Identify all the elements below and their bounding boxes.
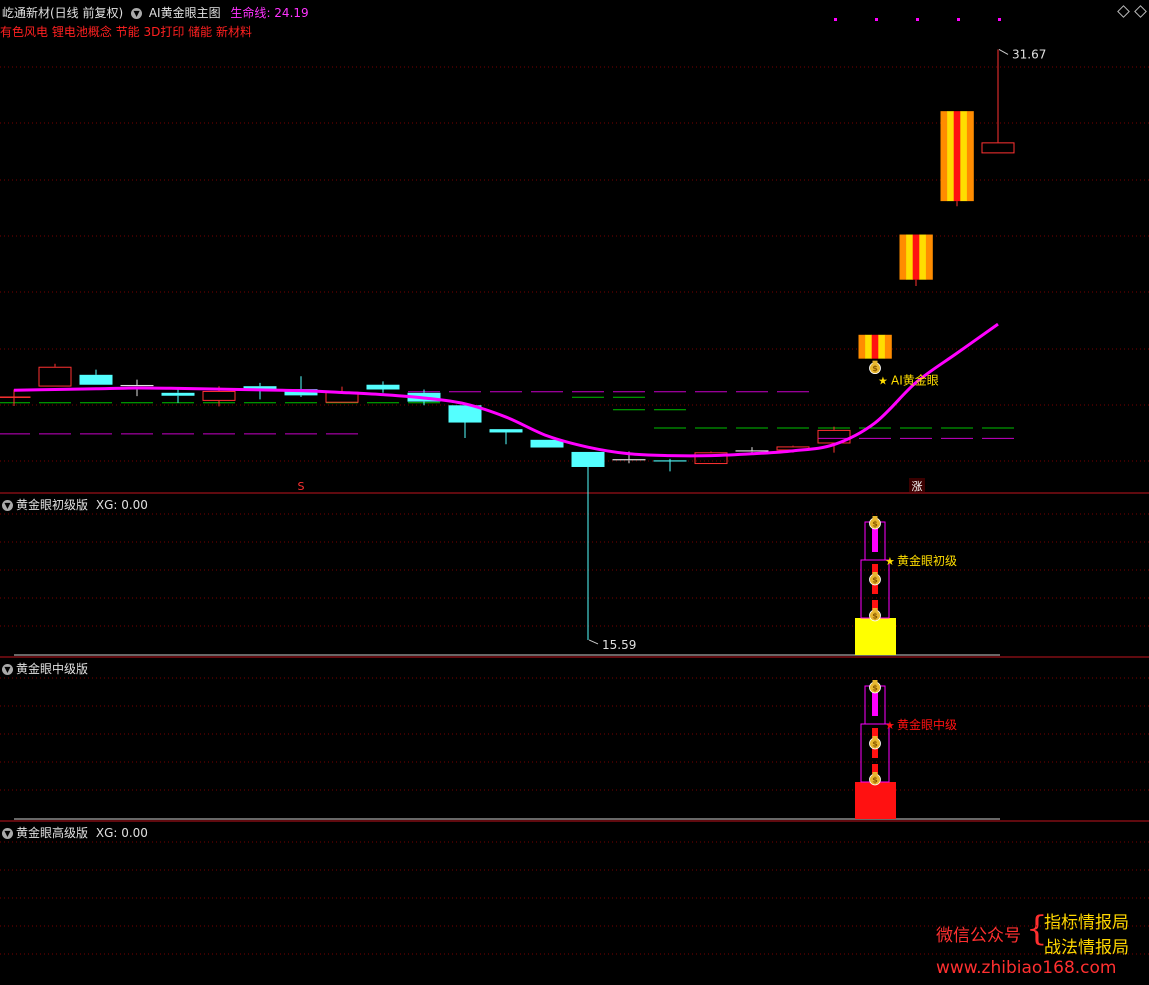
candle[interactable] bbox=[284, 376, 318, 397]
candle[interactable] bbox=[38, 363, 72, 387]
star-icon: ★ bbox=[885, 719, 895, 732]
candle-body bbox=[735, 450, 769, 452]
signal-dot bbox=[916, 18, 919, 21]
money-bag-symbol: $ bbox=[872, 520, 878, 529]
star-icon: ★ bbox=[885, 555, 895, 568]
signal-dot bbox=[957, 18, 960, 21]
candle[interactable] bbox=[448, 405, 482, 438]
signal-label: 黄金眼初级 bbox=[897, 553, 957, 568]
candle[interactable] bbox=[489, 429, 523, 445]
candle-body bbox=[612, 459, 646, 461]
s-marker: S bbox=[298, 480, 305, 493]
money-bag-icon: $ bbox=[869, 680, 881, 694]
money-bag-symbol: $ bbox=[872, 776, 878, 785]
candle-body bbox=[120, 384, 154, 387]
low-pointer bbox=[588, 639, 599, 645]
star-icon: ★ bbox=[878, 375, 888, 388]
money-bag-symbol: $ bbox=[872, 684, 878, 693]
limit-up-stripe bbox=[878, 334, 886, 359]
limit-up-stripe bbox=[865, 334, 872, 359]
signal-label: 黄金眼中级 bbox=[897, 717, 957, 732]
money-bag-icon: $ bbox=[869, 572, 881, 586]
candle[interactable] bbox=[653, 458, 687, 472]
limit-up-stripe bbox=[940, 111, 948, 202]
candle-body bbox=[981, 142, 1015, 154]
candle[interactable] bbox=[940, 111, 974, 207]
ai-signal-label: AI黄金眼 bbox=[891, 373, 939, 388]
chart-area[interactable]: 31.6715.59$★ AI黄金眼S 涨 $$$★ 黄金眼初级$$$★ 黄金眼中级 bbox=[0, 0, 1149, 985]
limit-up-stripe bbox=[919, 234, 927, 280]
money-bag-symbol: $ bbox=[872, 576, 878, 585]
grid-lines bbox=[0, 66, 1149, 955]
candle[interactable] bbox=[899, 234, 933, 286]
signal-ladder: $ $ $ ★ 黄金眼中级 bbox=[14, 680, 1000, 820]
candle[interactable] bbox=[694, 451, 728, 465]
money-bag-icon: $ bbox=[869, 772, 881, 786]
limit-up-stripe bbox=[960, 111, 968, 202]
candle[interactable] bbox=[325, 386, 359, 403]
limit-up-stripe bbox=[925, 234, 933, 280]
candles[interactable] bbox=[0, 49, 1015, 640]
candle[interactable] bbox=[0, 389, 31, 407]
limit-up-stripe bbox=[966, 111, 974, 202]
limit-up-stripe bbox=[947, 111, 954, 202]
limit-up-stripe bbox=[871, 334, 879, 359]
candle[interactable] bbox=[858, 334, 892, 359]
signal-block bbox=[855, 618, 896, 655]
candle-body bbox=[366, 384, 400, 390]
limit-up-stripe bbox=[884, 334, 892, 359]
sub-panels: $$$★ 黄金眼初级$$$★ 黄金眼中级 bbox=[14, 516, 1000, 820]
candle[interactable] bbox=[571, 451, 605, 640]
candle-body bbox=[202, 390, 236, 401]
money-bag-symbol: $ bbox=[872, 612, 878, 621]
high-price-label: 31.67 bbox=[1012, 47, 1046, 61]
signal-dot bbox=[834, 18, 837, 21]
low-price-label: 15.59 bbox=[602, 638, 636, 652]
candle[interactable] bbox=[981, 49, 1015, 154]
candle[interactable] bbox=[366, 381, 400, 393]
high-pointer bbox=[998, 49, 1009, 55]
candle-body bbox=[571, 451, 605, 467]
signal-dot bbox=[998, 18, 1001, 21]
zhang-marker: 涨 bbox=[912, 480, 923, 493]
limit-up-stripe bbox=[912, 234, 920, 280]
limit-up-stripe bbox=[953, 111, 961, 202]
signal-ladder: $ $ $ ★ 黄金眼初级 bbox=[14, 516, 1000, 656]
money-bag-icon: $ bbox=[869, 736, 881, 750]
candle-body bbox=[489, 429, 523, 433]
money-bag-icon: $ bbox=[869, 608, 881, 622]
money-bag-icon: $ bbox=[869, 360, 881, 375]
candle-body bbox=[38, 366, 72, 387]
candle-body bbox=[79, 374, 113, 385]
signal-dot bbox=[875, 18, 878, 21]
candle[interactable] bbox=[79, 369, 113, 385]
limit-up-stripe bbox=[858, 334, 866, 359]
money-bag-icon: $ bbox=[869, 516, 881, 530]
candle-body bbox=[161, 392, 195, 396]
signal-block bbox=[855, 782, 896, 819]
limit-up-stripe bbox=[906, 234, 913, 280]
money-bag-symbol: $ bbox=[872, 740, 878, 749]
candle-body bbox=[653, 460, 687, 462]
money-bag-symbol: $ bbox=[872, 364, 878, 373]
limit-up-stripe bbox=[899, 234, 907, 280]
